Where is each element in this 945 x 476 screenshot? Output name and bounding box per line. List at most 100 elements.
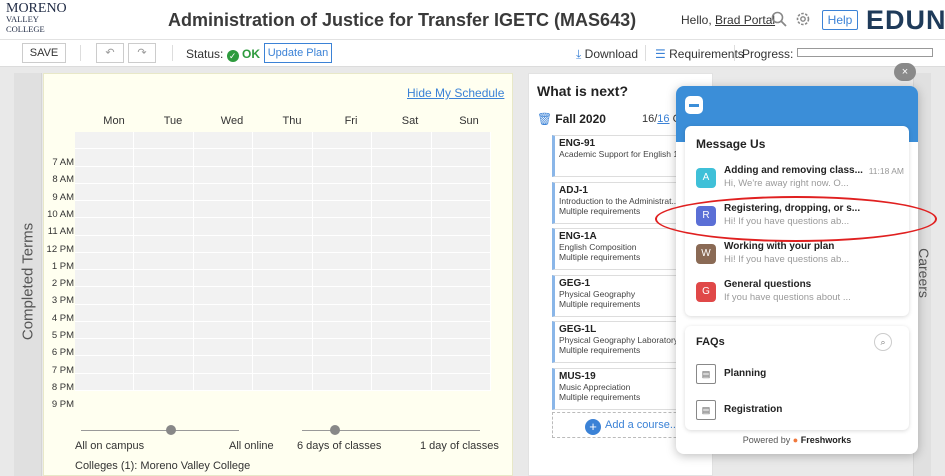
- college-logo[interactable]: MORENO VALLEY COLLEGE: [6, 2, 68, 36]
- schedule-cell[interactable]: [431, 270, 491, 288]
- schedule-cell[interactable]: [75, 270, 135, 288]
- schedule-cell[interactable]: [431, 321, 491, 340]
- units-link[interactable]: 16: [657, 113, 669, 125]
- user-profile-link[interactable]: Brad Portal: [715, 13, 775, 27]
- search-icon[interactable]: [770, 10, 788, 28]
- schedule-cell[interactable]: [372, 373, 432, 391]
- schedule-cell[interactable]: [75, 339, 135, 357]
- close-widget-button[interactable]: ×: [894, 63, 916, 81]
- schedule-cell[interactable]: [372, 270, 432, 288]
- schedule-cell[interactable]: [253, 321, 313, 340]
- schedule-cell[interactable]: [312, 252, 373, 271]
- schedule-cell[interactable]: [312, 235, 373, 253]
- schedule-cell[interactable]: [372, 218, 432, 236]
- schedule-cell[interactable]: [431, 166, 491, 184]
- schedule-cell[interactable]: [372, 132, 432, 150]
- schedule-cell[interactable]: [372, 287, 432, 305]
- schedule-cell[interactable]: [75, 356, 135, 374]
- edunav-logo[interactable]: EDUNAV: [866, 5, 945, 36]
- help-button[interactable]: Help: [822, 10, 858, 30]
- schedule-cell[interactable]: [75, 132, 135, 150]
- schedule-cell[interactable]: [312, 201, 373, 219]
- undo-button[interactable]: ↶: [96, 43, 124, 63]
- schedule-cell[interactable]: [372, 321, 432, 340]
- schedule-cell[interactable]: [193, 149, 254, 167]
- schedule-cell[interactable]: [312, 321, 373, 340]
- schedule-cell[interactable]: [372, 304, 432, 322]
- schedule-cell[interactable]: [431, 339, 491, 357]
- schedule-cell[interactable]: [431, 235, 491, 253]
- schedule-cell[interactable]: [431, 356, 491, 374]
- schedule-cell[interactable]: [372, 252, 432, 271]
- schedule-cell[interactable]: [134, 132, 194, 150]
- schedule-cell[interactable]: [253, 183, 313, 202]
- schedule-cell[interactable]: [372, 339, 432, 357]
- schedule-cell[interactable]: [193, 235, 254, 253]
- schedule-cell[interactable]: [431, 149, 491, 167]
- conversation-item[interactable]: W Working with your plan Hi! If you have q…: [696, 238, 906, 272]
- schedule-cell[interactable]: [372, 149, 432, 167]
- schedule-cell[interactable]: [134, 356, 194, 374]
- days-slider-handle[interactable]: [330, 425, 340, 435]
- schedule-cell[interactable]: [75, 373, 135, 391]
- schedule-cell[interactable]: [253, 218, 313, 236]
- schedule-cell[interactable]: [253, 270, 313, 288]
- schedule-cell[interactable]: [312, 270, 373, 288]
- schedule-cell[interactable]: [253, 166, 313, 184]
- schedule-cell[interactable]: [75, 166, 135, 184]
- schedule-cell[interactable]: [193, 183, 254, 202]
- schedule-cell[interactable]: [75, 218, 135, 236]
- schedule-cell[interactable]: [253, 287, 313, 305]
- schedule-cell[interactable]: [134, 287, 194, 305]
- trash-icon[interactable]: 🗑: [537, 112, 552, 126]
- schedule-cell[interactable]: [75, 201, 135, 219]
- schedule-cell[interactable]: [75, 235, 135, 253]
- faq-item-planning[interactable]: ▤ Planning: [696, 364, 896, 386]
- conversation-item[interactable]: G General questions If you have questions …: [696, 276, 906, 310]
- schedule-cell[interactable]: [193, 132, 254, 150]
- schedule-cell[interactable]: [134, 252, 194, 271]
- download-button[interactable]: ⤓ Download: [576, 47, 638, 62]
- schedule-cell[interactable]: [193, 218, 254, 236]
- requirements-button[interactable]: ☰ Requirements: [655, 47, 744, 61]
- schedule-cell[interactable]: [193, 356, 254, 374]
- faq-item-registration[interactable]: ▤ Registration: [696, 400, 896, 422]
- campus-online-slider-track[interactable]: [81, 430, 239, 431]
- schedule-cell[interactable]: [431, 373, 491, 391]
- schedule-cell[interactable]: [431, 287, 491, 305]
- schedule-cell[interactable]: [193, 201, 254, 219]
- redo-button[interactable]: ↷: [128, 43, 156, 63]
- schedule-cell[interactable]: [312, 304, 373, 322]
- powered-by[interactable]: Powered by ● Freshworks: [676, 435, 918, 445]
- schedule-cell[interactable]: [75, 252, 135, 271]
- schedule-cell[interactable]: [372, 356, 432, 374]
- schedule-cell[interactable]: [193, 304, 254, 322]
- campus-online-slider-handle[interactable]: [166, 425, 176, 435]
- schedule-cell[interactable]: [372, 183, 432, 202]
- schedule-cell[interactable]: [253, 356, 313, 374]
- schedule-cell[interactable]: [134, 218, 194, 236]
- schedule-cell[interactable]: [312, 356, 373, 374]
- schedule-cell[interactable]: [134, 201, 194, 219]
- schedule-cell[interactable]: [312, 339, 373, 357]
- schedule-cell[interactable]: [134, 183, 194, 202]
- schedule-cell[interactable]: [75, 287, 135, 305]
- schedule-cell[interactable]: [312, 218, 373, 236]
- schedule-cell[interactable]: [372, 166, 432, 184]
- schedule-cell[interactable]: [193, 373, 254, 391]
- schedule-cell[interactable]: [312, 287, 373, 305]
- schedule-cell[interactable]: [253, 339, 313, 357]
- schedule-grid[interactable]: [75, 132, 491, 391]
- schedule-cell[interactable]: [253, 201, 313, 219]
- schedule-cell[interactable]: [312, 132, 373, 150]
- schedule-cell[interactable]: [431, 304, 491, 322]
- schedule-cell[interactable]: [193, 339, 254, 357]
- days-slider-track[interactable]: [302, 430, 480, 431]
- hide-schedule-link[interactable]: Hide My Schedule: [407, 86, 504, 100]
- schedule-cell[interactable]: [75, 321, 135, 340]
- schedule-cell[interactable]: [134, 304, 194, 322]
- schedule-cell[interactable]: [312, 373, 373, 391]
- schedule-cell[interactable]: [75, 304, 135, 322]
- schedule-cell[interactable]: [134, 373, 194, 391]
- schedule-cell[interactable]: [312, 149, 373, 167]
